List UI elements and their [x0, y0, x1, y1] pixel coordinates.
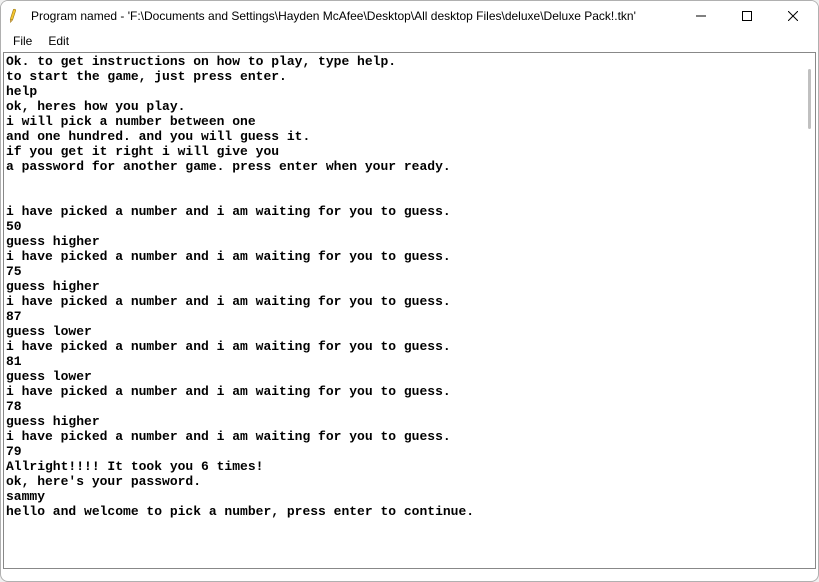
resize-grip-icon[interactable]: ___	[7, 573, 21, 581]
window-title: Program named - 'F:\Documents and Settin…	[31, 9, 636, 23]
maximize-button[interactable]	[724, 1, 770, 31]
menu-file[interactable]: File	[5, 33, 40, 49]
titlebar[interactable]: Program named - 'F:\Documents and Settin…	[1, 1, 818, 31]
minimize-button[interactable]	[678, 1, 724, 31]
content-container: Ok. to get instructions on how to play, …	[3, 52, 816, 569]
vertical-scrollbar[interactable]	[799, 53, 815, 568]
window-controls	[678, 1, 816, 31]
close-button[interactable]	[770, 1, 816, 31]
app-icon	[9, 8, 25, 24]
scrollbar-thumb[interactable]	[808, 69, 811, 129]
menubar: File Edit	[1, 31, 818, 51]
menu-edit[interactable]: Edit	[40, 33, 77, 49]
status-bar: ___	[1, 571, 818, 581]
app-window: Program named - 'F:\Documents and Settin…	[0, 0, 819, 582]
console-text[interactable]: Ok. to get instructions on how to play, …	[4, 53, 799, 568]
